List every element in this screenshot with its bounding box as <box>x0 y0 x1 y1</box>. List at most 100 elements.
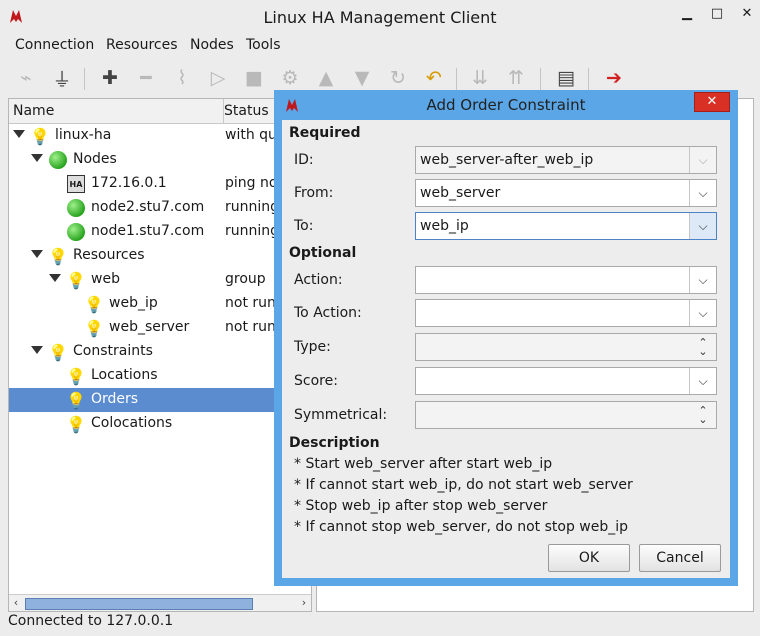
menu-bar: Connection Resources Nodes Tools <box>0 34 760 58</box>
linux-ha-logo-icon <box>286 99 298 112</box>
menu-resources[interactable]: Resources <box>106 37 178 53</box>
tree-row[interactable]: 💡 web_server not run <box>9 316 311 340</box>
move-up-icon[interactable]: ▲ <box>314 66 338 90</box>
ok-button[interactable]: OK <box>548 544 630 572</box>
description-line: * Start web_server after start web_ip <box>294 456 553 472</box>
scroll-left-icon[interactable]: ‹ <box>9 595 23 611</box>
tree-item-label: Constraints <box>73 343 153 359</box>
score-label: Score: <box>294 373 338 389</box>
ping-node-icon: HA <box>67 175 85 193</box>
expand-toggle-icon[interactable] <box>31 346 43 354</box>
chevron-down-icon[interactable]: ⌵ <box>689 180 716 206</box>
optional-section-label: Optional <box>289 245 357 261</box>
view-log-icon[interactable]: ▤ <box>554 66 578 90</box>
scrollbar-thumb[interactable] <box>25 598 253 610</box>
undo-icon[interactable]: ↶ <box>422 66 446 90</box>
up-down-icon[interactable]: ⌃ ⌄ <box>690 402 716 428</box>
tree-row[interactable]: 💡 Orders <box>9 388 311 412</box>
tree-row[interactable]: Nodes <box>9 148 311 172</box>
id-field[interactable]: web_server-after_web_ip ⌵ <box>415 146 717 174</box>
minimize-icon[interactable]: ▁ <box>676 6 698 22</box>
expand-toggle-icon[interactable] <box>31 154 43 162</box>
description-line: * If cannot stop web_server, do not stop… <box>294 519 629 535</box>
menu-tools[interactable]: Tools <box>246 37 281 53</box>
tree-row[interactable]: 💡 linux-ha with qu <box>9 124 311 148</box>
symmetrical-label: Symmetrical: <box>294 407 388 423</box>
stop-icon[interactable]: ■ <box>242 66 266 90</box>
disconnect-icon[interactable]: ⌁ <box>14 66 38 90</box>
expand-toggle-icon[interactable] <box>31 250 43 258</box>
horizontal-scrollbar[interactable]: ‹ › <box>9 594 311 611</box>
close-window-icon[interactable]: ✕ <box>736 6 758 22</box>
chevron-down-icon[interactable]: ⌵ <box>689 213 716 239</box>
status-bar: Connected to 127.0.0.1 <box>8 613 174 629</box>
standby-icon[interactable]: ⇊ <box>468 66 492 90</box>
chevron-down-icon[interactable]: ⌵ <box>689 267 716 293</box>
tree-row[interactable]: 💡 web group <box>9 268 311 292</box>
active-icon[interactable]: ⇈ <box>504 66 528 90</box>
lightbulb-icon: 💡 <box>84 294 104 314</box>
expand-toggle-icon[interactable] <box>13 130 25 138</box>
tree-row[interactable]: 💡 web_ip not run <box>9 292 311 316</box>
tree-item-label: web_ip <box>109 295 158 311</box>
from-select[interactable]: web_server ⌵ <box>415 179 717 207</box>
cleanup-icon[interactable]: ⌇ <box>170 66 194 90</box>
tree-row[interactable]: 💡 Locations <box>9 364 311 388</box>
online-status-icon <box>67 199 85 217</box>
tree-item-label: Locations <box>91 367 158 383</box>
remove-icon[interactable]: ━ <box>134 66 158 90</box>
menu-connection[interactable]: Connection <box>15 37 94 53</box>
tree-row[interactable]: HA 172.16.0.1 ping noc <box>9 172 311 196</box>
to-select[interactable]: web_ip ⌵ <box>415 212 717 240</box>
score-select[interactable]: ⌵ <box>415 367 717 395</box>
chevron-down-icon[interactable]: ⌵ <box>689 147 716 173</box>
action-label: Action: <box>294 272 343 288</box>
action-select[interactable]: ⌵ <box>415 266 717 294</box>
toolbar-separator <box>588 68 589 90</box>
scroll-right-icon[interactable]: › <box>297 595 311 611</box>
type-label: Type: <box>294 339 331 355</box>
symmetrical-select[interactable]: ⌃ ⌄ <box>415 401 717 429</box>
tree-row[interactable]: 💡 Resources <box>9 244 311 268</box>
type-select[interactable]: ⌃ ⌄ <box>415 333 717 361</box>
manage-icon[interactable]: ⚙ <box>278 66 302 90</box>
cluster-tree[interactable]: Name Status 💡 linux-ha with qu Nodes HA 172.1… <box>8 98 312 612</box>
expand-toggle-icon[interactable] <box>49 274 61 282</box>
tree-row[interactable]: node1.stu7.com running <box>9 220 311 244</box>
add-icon[interactable]: ✚ <box>98 66 122 90</box>
tree-item-label: 172.16.0.1 <box>91 175 167 191</box>
start-icon[interactable]: ▷ <box>206 66 230 90</box>
move-down-icon[interactable]: ▼ <box>350 66 374 90</box>
chevron-down-icon[interactable]: ⌵ <box>689 368 716 394</box>
from-label: From: <box>294 185 334 201</box>
up-down-icon[interactable]: ⌃ ⌄ <box>690 334 716 360</box>
tree-item-label: Colocations <box>91 415 173 431</box>
dialog-close-button[interactable]: ✕ <box>694 92 730 112</box>
lightbulb-icon: 💡 <box>66 414 86 434</box>
migrate-icon[interactable]: ↻ <box>386 66 410 90</box>
tree-item-label: node2.stu7.com <box>91 199 205 215</box>
tree-item-status: group <box>225 271 266 287</box>
column-header-name[interactable]: Name <box>9 99 224 124</box>
exit-icon[interactable]: ➔ <box>602 66 626 90</box>
cancel-button[interactable]: Cancel <box>639 544 721 572</box>
chevron-down-icon[interactable]: ⌵ <box>689 300 716 326</box>
lightbulb-icon: 💡 <box>48 246 68 266</box>
tree-row[interactable]: node2.stu7.com running <box>9 196 311 220</box>
lightbulb-icon: 💡 <box>30 126 50 146</box>
lightbulb-icon: 💡 <box>48 342 68 362</box>
from-value: web_server <box>420 185 501 201</box>
required-section-label: Required <box>289 125 361 141</box>
to-action-select[interactable]: ⌵ <box>415 299 717 327</box>
window-title: Linux HA Management Client <box>263 8 497 27</box>
maximize-icon[interactable]: □ <box>706 6 728 22</box>
tree-row[interactable]: 💡 Constraints <box>9 340 311 364</box>
tree-row[interactable]: 💡 Colocations <box>9 412 311 436</box>
window-titlebar: Linux HA Management Client ▁ □ ✕ <box>0 0 760 34</box>
add-order-constraint-dialog: Add Order Constraint ✕ Required ID: web_… <box>274 90 738 586</box>
tree-item-status: not run <box>225 295 276 311</box>
id-label: ID: <box>294 152 314 168</box>
menu-nodes[interactable]: Nodes <box>190 37 234 53</box>
tree-item-status: with qu <box>225 127 277 143</box>
connect-icon[interactable]: ⏚ <box>50 66 74 91</box>
